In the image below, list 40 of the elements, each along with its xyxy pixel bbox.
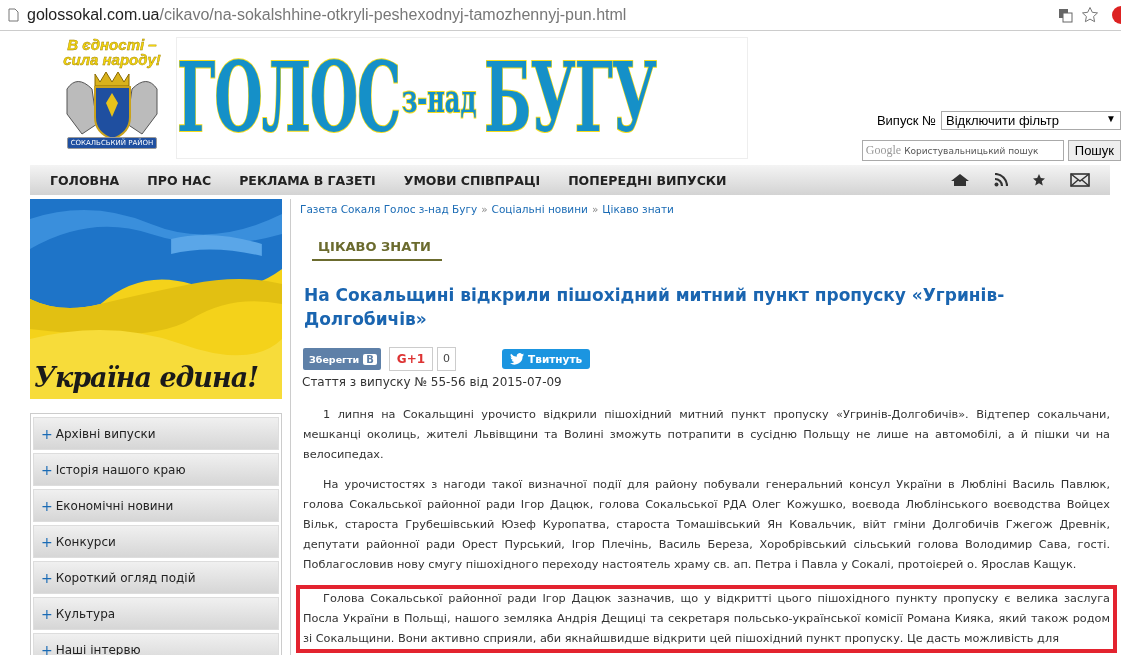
nav-link[interactable]: ГОЛОВНА xyxy=(50,172,120,188)
nav-link[interactable]: ПРО НАС xyxy=(147,172,212,188)
sidebar-item[interactable]: + Конкурси xyxy=(33,525,279,558)
sidebar-item[interactable]: + Короткий огляд подій xyxy=(33,561,279,594)
url-text: golossokal.com.ua/cikavo/na-sokalshhine-otkryli-peshexodnyj-tamozhennyj-pun.html xyxy=(27,6,627,24)
article-title: На Сокальщині відкрили пішохідний митний пункт пропуску «Угринів-Долгобичів» xyxy=(304,284,1006,331)
issue-info: Стаття з випуску № 55-56 від 2015-07-09 xyxy=(302,375,563,389)
issue-label: Випуск № xyxy=(876,113,936,128)
breadcrumb-separator: » xyxy=(591,203,599,215)
page-icon xyxy=(8,8,19,22)
sidebar-item[interactable]: + Архівні випуски xyxy=(33,417,279,450)
breadcrumb-separator: » xyxy=(481,203,488,215)
share-count: 0 xyxy=(437,347,457,371)
breadcrumb-link[interactable]: Цікаво знати xyxy=(602,203,674,215)
issue-select[interactable]: Відключити фільтр ▼ xyxy=(941,111,1121,130)
plus-one-button[interactable]: G+1 xyxy=(388,347,434,371)
home-icon[interactable] xyxy=(950,173,970,187)
nav-link[interactable]: ПОПЕРЕДНІ ВИПУСКИ xyxy=(568,172,727,188)
nav-link[interactable]: УМОВИ СПІВПРАЦІ xyxy=(403,172,541,188)
highlighted-paragraph: Голова Сокальської районної ради Ігор Дацюк зазначив, що у відкритті цього пішохідного пункту пропуску є велика заслуга Посла України в Польщі, нашого земляка Андрія Дещиці та секретаря польсько-української комісії Романа Кияка, який також родом зі Сокальщини. Вони активно сприяли, аби якнайшвидше відкрити цей пішохідний пункт пропуску. Це дасть можливість для xyxy=(296,585,1117,653)
banner-caption: Україна едина! xyxy=(34,362,258,393)
mail-icon[interactable] xyxy=(1070,173,1090,187)
sidebar-item[interactable]: + Культура xyxy=(33,597,279,630)
article-paragraph: 1 липня на Сокальщині урочисто відкрили пішохідний митний пункт пропуску «Угринів-Долгобичів». Відтепер сокальчани, мешканці околиць, жителі Львівщини та Волині зможуть потрапити в сусідню Польщу не лише на автомобілі, а й пішки чи на велосипедах. xyxy=(302,407,1111,463)
category-heading: ЦІКАВО ЗНАТИ xyxy=(312,239,442,261)
breadcrumb-link[interactable]: Газета Сокаля Голос з-над Бугу xyxy=(300,203,478,215)
caret-icon: ▼ xyxy=(1106,113,1116,128)
search-button[interactable]: Пошук xyxy=(1067,140,1121,161)
nav-link[interactable]: РЕКЛАМА В ГАЗЕТІ xyxy=(239,172,376,188)
sidebar-item[interactable]: + Історія нашого краю xyxy=(33,453,279,486)
rss-icon[interactable] xyxy=(994,173,1008,187)
star-icon[interactable] xyxy=(1032,173,1046,187)
sidebar-item[interactable]: + Економічні новини xyxy=(33,489,279,522)
breadcrumb-link[interactable]: Соціальні новини xyxy=(491,203,588,215)
star-icon[interactable] xyxy=(1081,6,1099,24)
save-button[interactable]: Зберегти В xyxy=(303,348,381,370)
article-paragraph: На урочистостях з нагоди такої визначної події для району побували генеральний консул України в Любліні Василь Павлюк, голова Сокальської районної ради Ігор Дацюк, голова Сокальської РДА Олег Кожушко, воєвода Люблінського воєводства Войцех Вільк, староста Грубешівський Юзеф Куропатва, староста Томашівський Ян Ковальчик, війт гміни Долгобичів Гжегож Древнік, депутати районної ради Орест Пурський, Ігор Плечінь, Василь Береза, Хоробрівський сільський голова Володимир Сава, гості. Поблагословив нову смугу пішохідного переходу настоятель храму св. ап. Петра і Павла у Сокалі, протоієрей о. Ярослав Кащук. xyxy=(302,477,1111,573)
bird-icon xyxy=(510,353,525,365)
slogan: В єдності – сила народу! xyxy=(63,37,161,67)
translate-icon[interactable] xyxy=(1058,7,1073,23)
